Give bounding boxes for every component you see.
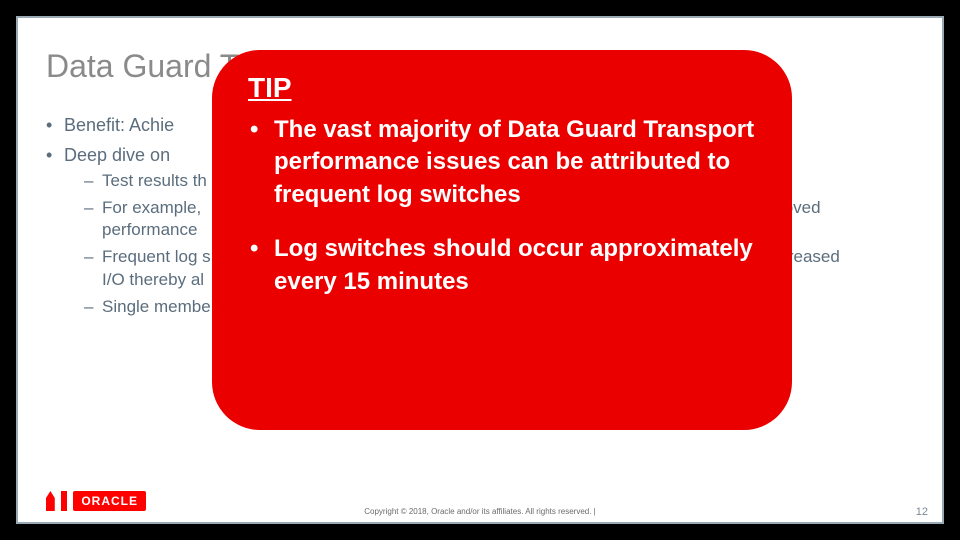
tip-heading: TIP <box>248 72 756 104</box>
tip-item-2: Log switches should occur approximately … <box>248 233 756 298</box>
slide: Data Guard T Benefit: Achie pact Deep di… <box>0 0 960 540</box>
bullet-1-left: Benefit: Achie <box>64 115 174 135</box>
sub-3b: I/O thereby al <box>102 270 204 289</box>
sub-3-left: Frequent log s <box>102 247 211 266</box>
sub-1-left: Test results th <box>102 171 207 190</box>
sub-4-text: Single membe <box>102 297 211 316</box>
tip-callout: TIP The vast majority of Data Guard Tran… <box>212 50 792 430</box>
sub-2-left: For example, <box>102 198 201 217</box>
page-number: 12 <box>916 506 928 518</box>
copyright-text: Copyright © 2018, Oracle and/or its affi… <box>0 507 960 516</box>
tip-item-1: The vast majority of Data Guard Transpor… <box>248 114 756 211</box>
sub-2b: performance <box>102 220 197 239</box>
bullet-2-text: Deep dive on <box>64 145 170 165</box>
